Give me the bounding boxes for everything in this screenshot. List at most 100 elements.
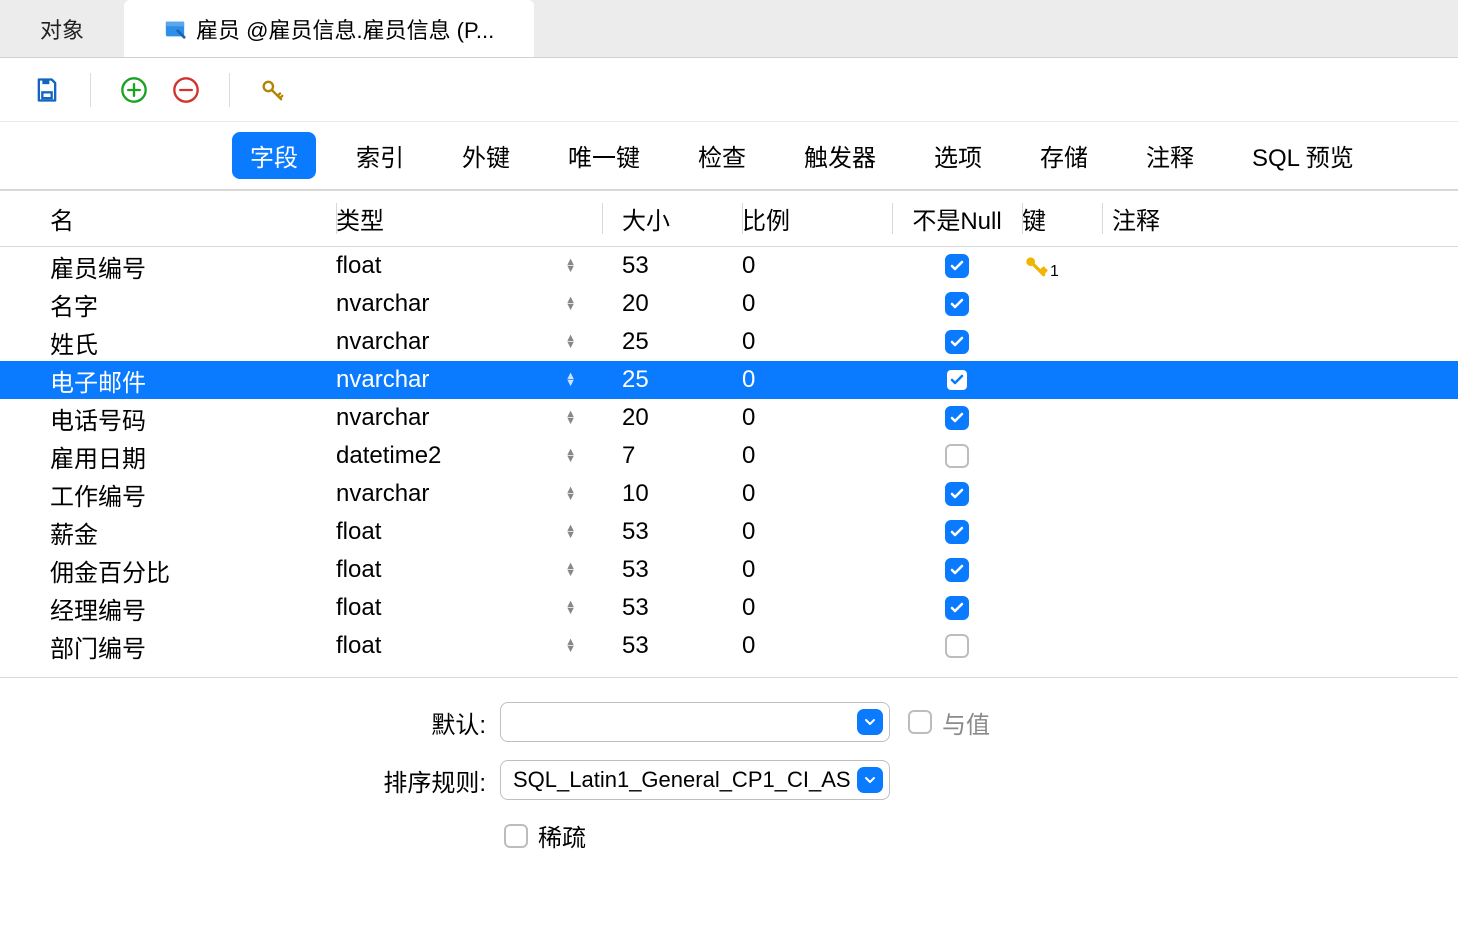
subtab-6[interactable]: 选项 [916,132,1000,179]
table-row[interactable]: 名字nvarchar▲▼200 [0,285,1458,323]
add-button[interactable] [117,73,151,107]
cell-type[interactable]: float▲▼ [336,252,602,280]
cell-name[interactable]: 经理编号 [0,591,336,626]
cell-size[interactable]: 53 [602,518,742,546]
header-comment[interactable]: 注释 [1102,201,1458,236]
table-row[interactable]: 佣金百分比float▲▼530 [0,551,1458,589]
cell-type[interactable]: nvarchar▲▼ [336,290,602,318]
cell-scale[interactable]: 0 [742,442,892,470]
cell-scale[interactable]: 0 [742,404,892,432]
cell-name[interactable]: 名字 [0,287,336,322]
cell-size[interactable]: 53 [602,252,742,280]
cell-key[interactable]: 1 [1022,253,1102,279]
table-row[interactable]: 工作编号nvarchar▲▼100 [0,475,1458,513]
cell-scale[interactable]: 0 [742,328,892,356]
tab-objects[interactable]: 对象 [0,0,124,57]
stepper-icon[interactable]: ▲▼ [565,639,576,653]
cell-type[interactable]: float▲▼ [336,632,602,660]
cell-type[interactable]: nvarchar▲▼ [336,404,602,432]
cell-notnull[interactable] [892,368,1022,392]
header-key[interactable]: 键 [1022,201,1102,236]
tab-table-editor[interactable]: 雇员 @雇员信息.雇员信息 (P... [124,0,534,57]
table-row[interactable]: 部门编号float▲▼530 [0,627,1458,665]
with-value-checkbox[interactable]: 与值 [908,705,990,740]
stepper-icon[interactable]: ▲▼ [565,601,576,615]
cell-notnull[interactable] [892,482,1022,506]
subtab-5[interactable]: 触发器 [786,132,894,179]
cell-type[interactable]: nvarchar▲▼ [336,328,602,356]
cell-size[interactable]: 20 [602,404,742,432]
stepper-icon[interactable]: ▲▼ [565,563,576,577]
cell-scale[interactable]: 0 [742,480,892,508]
header-size[interactable]: 大小 [602,201,742,236]
cell-type[interactable]: datetime2▲▼ [336,442,602,470]
stepper-icon[interactable]: ▲▼ [565,449,576,463]
cell-scale[interactable]: 0 [742,290,892,318]
cell-type[interactable]: float▲▼ [336,594,602,622]
cell-name[interactable]: 雇用日期 [0,439,336,474]
cell-type[interactable]: float▲▼ [336,556,602,584]
header-type[interactable]: 类型 [336,201,602,236]
table-row[interactable]: 薪金float▲▼530 [0,513,1458,551]
header-name[interactable]: 名 [0,201,336,236]
subtab-2[interactable]: 外键 [444,132,528,179]
cell-scale[interactable]: 0 [742,518,892,546]
cell-notnull[interactable] [892,254,1022,278]
header-scale[interactable]: 比例 [742,201,892,236]
stepper-icon[interactable]: ▲▼ [565,335,576,349]
cell-scale[interactable]: 0 [742,594,892,622]
cell-size[interactable]: 20 [602,290,742,318]
subtab-8[interactable]: 注释 [1128,132,1212,179]
cell-size[interactable]: 7 [602,442,742,470]
subtab-0[interactable]: 字段 [232,132,316,179]
cell-name[interactable]: 工作编号 [0,477,336,512]
subtab-3[interactable]: 唯一键 [550,132,658,179]
cell-size[interactable]: 53 [602,632,742,660]
cell-name[interactable]: 电话号码 [0,401,336,436]
cell-type[interactable]: nvarchar▲▼ [336,480,602,508]
subtab-1[interactable]: 索引 [338,132,422,179]
subtab-7[interactable]: 存储 [1022,132,1106,179]
cell-name[interactable]: 薪金 [0,515,336,550]
subtab-4[interactable]: 检查 [680,132,764,179]
stepper-icon[interactable]: ▲▼ [565,487,576,501]
remove-button[interactable] [169,73,203,107]
cell-notnull[interactable] [892,558,1022,582]
cell-size[interactable]: 25 [602,366,742,394]
cell-notnull[interactable] [892,406,1022,430]
save-button[interactable] [30,73,64,107]
subtab-9[interactable]: SQL 预览 [1234,132,1372,179]
cell-name[interactable]: 姓氏 [0,325,336,360]
table-row[interactable]: 姓氏nvarchar▲▼250 [0,323,1458,361]
cell-name[interactable]: 电子邮件 [0,363,336,398]
cell-scale[interactable]: 0 [742,366,892,394]
cell-notnull[interactable] [892,444,1022,468]
collation-combobox[interactable]: SQL_Latin1_General_CP1_CI_AS [500,760,890,800]
cell-name[interactable]: 部门编号 [0,629,336,664]
cell-notnull[interactable] [892,634,1022,658]
cell-type[interactable]: nvarchar▲▼ [336,366,602,394]
cell-notnull[interactable] [892,520,1022,544]
cell-name[interactable]: 雇员编号 [0,249,336,284]
sparse-checkbox[interactable]: 稀疏 [504,818,586,853]
cell-name[interactable]: 佣金百分比 [0,553,336,588]
default-combobox[interactable] [500,702,890,742]
cell-scale[interactable]: 0 [742,252,892,280]
cell-notnull[interactable] [892,330,1022,354]
header-notnull[interactable]: 不是Null [892,201,1022,236]
table-row[interactable]: 雇用日期datetime2▲▼70 [0,437,1458,475]
table-row[interactable]: 雇员编号float▲▼530 1 [0,247,1458,285]
stepper-icon[interactable]: ▲▼ [565,297,576,311]
cell-size[interactable]: 10 [602,480,742,508]
stepper-icon[interactable]: ▲▼ [565,259,576,273]
table-row[interactable]: 电话号码nvarchar▲▼200 [0,399,1458,437]
stepper-icon[interactable]: ▲▼ [565,373,576,387]
stepper-icon[interactable]: ▲▼ [565,525,576,539]
cell-notnull[interactable] [892,596,1022,620]
stepper-icon[interactable]: ▲▼ [565,411,576,425]
cell-type[interactable]: float▲▼ [336,518,602,546]
cell-scale[interactable]: 0 [742,556,892,584]
primary-key-button[interactable] [256,73,290,107]
cell-notnull[interactable] [892,292,1022,316]
cell-size[interactable]: 53 [602,594,742,622]
